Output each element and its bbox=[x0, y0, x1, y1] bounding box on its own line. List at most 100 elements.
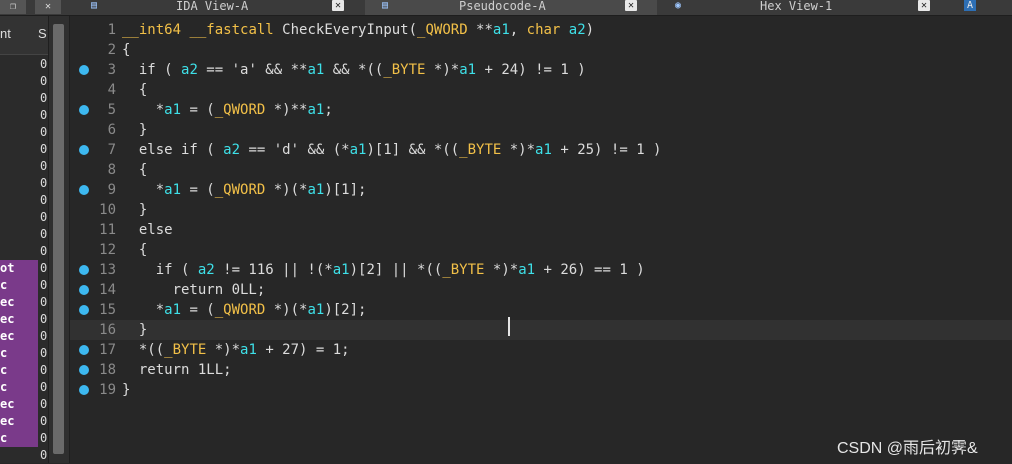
line-number: 12 bbox=[99, 242, 116, 258]
tab-label: IDA View-A bbox=[176, 0, 249, 13]
segment-name: c bbox=[0, 362, 38, 379]
code-line[interactable]: 15 *a1 = (_QWORD *)(*a1)[2]; bbox=[70, 300, 1012, 320]
segment-row[interactable]: c0 bbox=[0, 362, 48, 379]
code-text: } bbox=[122, 382, 131, 398]
column-header-name[interactable]: nt bbox=[0, 26, 11, 41]
close-icon[interactable]: ✕ bbox=[625, 0, 637, 11]
scrollbar-thumb[interactable] bbox=[53, 24, 64, 454]
segment-name bbox=[0, 447, 38, 464]
code-text: *a1 = (_QWORD *)(*a1)[2]; bbox=[122, 302, 367, 318]
segment-row[interactable]: c0 bbox=[0, 430, 48, 447]
segment-value: 0 bbox=[40, 448, 48, 462]
breakpoint-dot-icon[interactable] bbox=[79, 185, 89, 195]
segment-row[interactable]: 0 bbox=[0, 209, 48, 226]
segment-name: c bbox=[0, 430, 38, 447]
segment-row[interactable]: ec 0 bbox=[0, 311, 48, 328]
segment-row[interactable]: c0 bbox=[0, 345, 48, 362]
segments-scrollbar[interactable] bbox=[48, 16, 70, 463]
breakpoint-dot-icon[interactable] bbox=[79, 285, 89, 295]
segment-row[interactable]: 0 bbox=[0, 192, 48, 209]
code-line[interactable]: 12 { bbox=[70, 240, 1012, 260]
code-line[interactable]: 19} bbox=[70, 380, 1012, 400]
segment-row[interactable]: c0 bbox=[0, 379, 48, 396]
segment-name bbox=[0, 158, 38, 175]
code-line[interactable]: 16 } bbox=[70, 320, 1012, 340]
code-line[interactable]: 18 return 1LL; bbox=[70, 360, 1012, 380]
code-line[interactable]: 2{ bbox=[70, 40, 1012, 60]
code-line[interactable]: 10 } bbox=[70, 200, 1012, 220]
segment-row[interactable]: 0 bbox=[0, 124, 48, 141]
segment-value: 0 bbox=[40, 295, 48, 309]
text-caret bbox=[508, 317, 510, 336]
code-line[interactable]: 17 *((_BYTE *)*a1 + 27) = 1; bbox=[70, 340, 1012, 360]
segment-row[interactable]: ec 0 bbox=[0, 328, 48, 345]
breakpoint-dot-icon[interactable] bbox=[79, 105, 89, 115]
segment-row[interactable]: c0 bbox=[0, 277, 48, 294]
tab-structures[interactable]: A bbox=[947, 0, 1012, 15]
segment-row[interactable]: 0 bbox=[0, 243, 48, 260]
segment-row[interactable]: ot 0 bbox=[0, 260, 48, 277]
code-line[interactable]: 14 return 0LL; bbox=[70, 280, 1012, 300]
segment-name: ot bbox=[0, 260, 38, 277]
breakpoint-dot-icon[interactable] bbox=[79, 345, 89, 355]
line-number: 19 bbox=[99, 382, 116, 398]
line-number: 5 bbox=[107, 102, 116, 118]
tab-ida-view[interactable]: ▤ IDA View-A ✕ bbox=[80, 0, 365, 15]
code-line[interactable]: 6 } bbox=[70, 120, 1012, 140]
segment-row[interactable]: 0 bbox=[0, 107, 48, 124]
code-line[interactable]: 13 if ( a2 != 116 || !(*a1)[2] || *((_BY… bbox=[70, 260, 1012, 280]
structures-icon: A bbox=[964, 0, 976, 11]
breakpoint-dot-icon[interactable] bbox=[79, 385, 89, 395]
close-icon[interactable]: ✕ bbox=[918, 0, 930, 11]
restore-button[interactable]: ❐ bbox=[0, 0, 26, 14]
tab-hex-view[interactable]: ◉ Hex View-1 ✕ bbox=[657, 0, 947, 15]
segment-row[interactable]: 0 bbox=[0, 141, 48, 158]
line-number: 7 bbox=[107, 142, 116, 158]
code-line[interactable]: 11 else bbox=[70, 220, 1012, 240]
segment-value: 0 bbox=[40, 125, 48, 139]
segment-row[interactable]: ec 0 bbox=[0, 294, 48, 311]
line-number: 17 bbox=[99, 342, 116, 358]
code-text: { bbox=[122, 162, 148, 178]
breakpoint-dot-icon[interactable] bbox=[79, 305, 89, 315]
breakpoint-dot-icon[interactable] bbox=[79, 65, 89, 75]
column-header-start[interactable]: S bbox=[38, 26, 47, 41]
segment-value: 0 bbox=[40, 431, 48, 445]
segment-row[interactable]: 0 bbox=[0, 73, 48, 90]
segment-row[interactable]: 0 bbox=[0, 56, 48, 73]
pseudocode-view[interactable]: 1 __int64 __fastcall CheckEveryInput(_QWO… bbox=[70, 16, 1012, 463]
code-line[interactable]: 5 *a1 = (_QWORD *)**a1; bbox=[70, 100, 1012, 120]
segments-list: 0 0 0 0 0 0 0 0 0 0 0 0 ot 0 c 0 ec 0 ec 0 ec 0 c 0 c 0 c 0 ec 0 ec 0 c 0… bbox=[0, 56, 48, 464]
segment-row[interactable]: 0 bbox=[0, 447, 48, 464]
code-text: return 1LL; bbox=[122, 362, 232, 378]
code-line[interactable]: 3 if ( a2 == 'a' && **a1 && *((_BYTE *)*… bbox=[70, 60, 1012, 80]
segment-name bbox=[0, 192, 38, 209]
segment-row[interactable]: 0 bbox=[0, 226, 48, 243]
segment-row[interactable]: ec 0 bbox=[0, 413, 48, 430]
segment-value: 0 bbox=[40, 74, 48, 88]
segment-row[interactable]: 0 bbox=[0, 175, 48, 192]
code-text: else if ( a2 == 'd' && (*a1)[1] && *((_B… bbox=[122, 142, 662, 158]
code-line[interactable]: 4 { bbox=[70, 80, 1012, 100]
line-number: 3 bbox=[107, 62, 116, 78]
breakpoint-dot-icon[interactable] bbox=[79, 265, 89, 275]
line-number: 11 bbox=[99, 222, 116, 238]
code-line[interactable]: 9 *a1 = (_QWORD *)(*a1)[1]; bbox=[70, 180, 1012, 200]
document-icon: ▤ bbox=[90, 0, 98, 11]
breakpoint-dot-icon[interactable] bbox=[79, 145, 89, 155]
segment-value: 0 bbox=[40, 346, 48, 360]
close-icon[interactable]: ✕ bbox=[332, 0, 344, 11]
tab-pseudocode[interactable]: ▤ Pseudocode-A ✕ bbox=[365, 0, 657, 15]
line-number: 8 bbox=[107, 162, 116, 178]
segment-value: 0 bbox=[40, 278, 48, 292]
code-text: return 0LL; bbox=[122, 282, 266, 298]
breakpoint-dot-icon[interactable] bbox=[79, 365, 89, 375]
code-line[interactable]: 1 __int64 __fastcall CheckEveryInput(_QWO… bbox=[70, 20, 1012, 40]
close-panel-button[interactable]: ✕ bbox=[35, 0, 61, 14]
segment-row[interactable]: 0 bbox=[0, 90, 48, 107]
segment-row[interactable]: 0 bbox=[0, 158, 48, 175]
code-line[interactable]: 7 else if ( a2 == 'd' && (*a1)[1] && *((… bbox=[70, 140, 1012, 160]
code-line[interactable]: 8 { bbox=[70, 160, 1012, 180]
segment-row[interactable]: ec 0 bbox=[0, 396, 48, 413]
line-number: 16 bbox=[99, 322, 116, 338]
